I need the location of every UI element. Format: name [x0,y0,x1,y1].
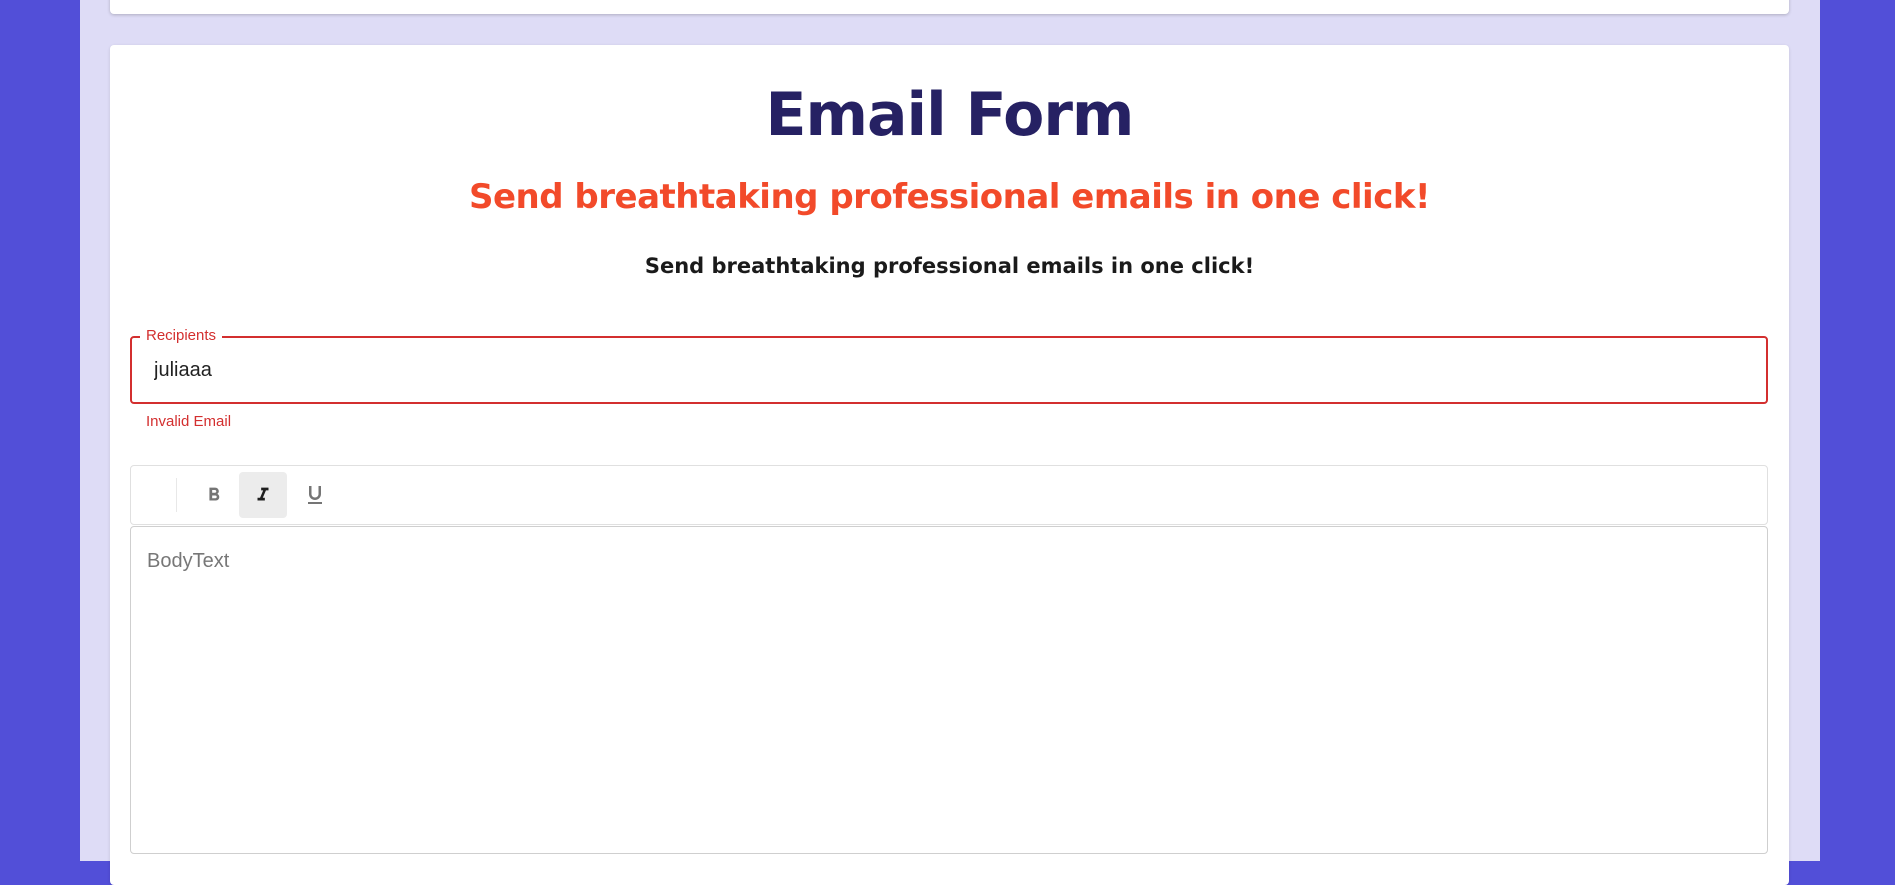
italic-button[interactable] [239,472,287,518]
bold-icon [203,484,225,506]
underline-icon [303,483,327,507]
body-editor[interactable]: BodyText [130,526,1768,854]
bold-button[interactable] [190,472,238,518]
toolbar-divider [176,478,177,512]
italic-icon [252,484,274,506]
body-placeholder: BodyText [147,550,230,572]
previous-card [110,0,1789,14]
page-subtitle: Send breathtaking professional emails in… [469,177,1430,217]
page-title: Email Form [765,80,1135,150]
page-tagline: Send breathtaking professional emails in… [644,254,1255,278]
recipients-field[interactable]: Recipients [130,327,1768,404]
email-form-card: Email Form Send breathtaking professiona… [110,45,1789,885]
recipients-input[interactable] [154,350,1744,390]
formatting-toolbar [130,465,1768,525]
app-shell: Email Form Send breathtaking professiona… [80,0,1820,885]
recipients-error-text: Invalid Email [146,413,232,430]
underline-button[interactable] [291,472,339,518]
recipients-label: Recipients [140,327,223,345]
